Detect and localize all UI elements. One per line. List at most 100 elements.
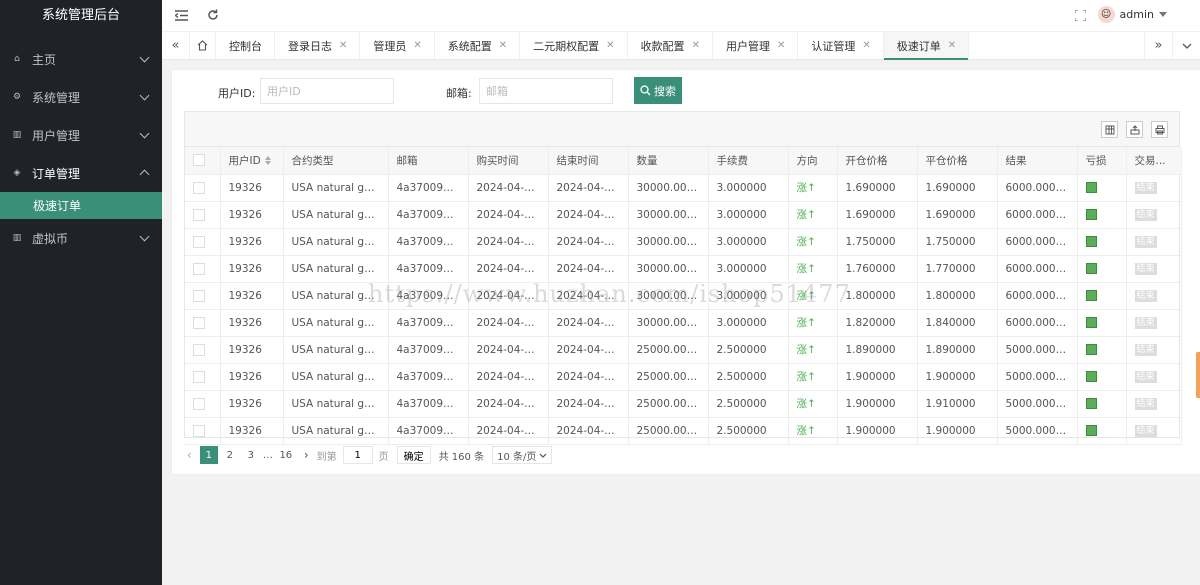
trade-status-button[interactable]: 结束 (1134, 316, 1157, 329)
sidebar-item-home[interactable]: ⌂ 主页 (0, 40, 162, 78)
row-select-cell[interactable] (185, 390, 221, 418)
sidebar-item-users[interactable]: ▥ 用户管理 (0, 116, 162, 154)
table-cell: 2024-04-1... (468, 309, 549, 337)
row-select-cell[interactable] (185, 228, 221, 256)
trade-status-button[interactable]: 结束 (1134, 424, 1157, 437)
tab-admins[interactable]: 管理员 ✕ (360, 32, 435, 59)
close-icon[interactable]: ✕ (606, 40, 614, 51)
sort-icon[interactable] (264, 156, 271, 166)
next-page-icon[interactable]: › (304, 448, 309, 462)
col-header[interactable]: 用户ID (220, 147, 284, 175)
prev-page-icon[interactable]: ‹ (187, 448, 192, 462)
trade-status-button[interactable]: 结束 (1134, 262, 1157, 275)
row-select-cell[interactable] (185, 201, 221, 229)
table-cell: USA natural gas/... (283, 390, 389, 418)
close-icon[interactable]: ✕ (862, 40, 870, 51)
table-cell: 19326 (220, 282, 284, 310)
table-cell: 4a370091... (388, 255, 469, 283)
trade-status-button[interactable]: 结束 (1134, 370, 1157, 383)
row-checkbox[interactable] (193, 262, 205, 275)
table-cell: 25000.000... (628, 390, 709, 418)
row-checkbox[interactable] (193, 424, 205, 437)
trade-status-button[interactable]: 结束 (1134, 208, 1157, 221)
sidebar-item-orders[interactable]: ◈ 订单管理 (0, 154, 162, 192)
trade-cell: 结束 (1126, 363, 1182, 391)
export-icon[interactable] (1126, 121, 1143, 138)
row-checkbox[interactable] (193, 316, 205, 329)
page-unit-label: 页 (378, 451, 389, 463)
trade-status-button[interactable]: 结束 (1134, 343, 1157, 356)
trade-status-button[interactable]: 结束 (1134, 397, 1157, 410)
row-select-cell[interactable] (185, 336, 221, 364)
close-icon[interactable]: ✕ (339, 40, 347, 51)
sidebar-item-crypto[interactable]: ▥ 虚拟币 (0, 219, 162, 257)
tab-fast-orders[interactable]: 极速订单 ✕ (883, 32, 970, 60)
row-select-cell[interactable] (185, 255, 221, 283)
row-checkbox[interactable] (193, 235, 205, 248)
table-cell: 2.500000 (708, 336, 789, 364)
tabs-scroll-left-icon[interactable]: « (162, 32, 190, 59)
row-checkbox[interactable] (193, 397, 205, 410)
page-3[interactable]: 3 (242, 446, 260, 464)
table-cell: 19326 (220, 201, 284, 229)
email-input[interactable] (479, 78, 613, 104)
tabs-menu-chevron-down-icon[interactable] (1172, 32, 1200, 59)
search-button[interactable]: 搜索 (634, 77, 682, 104)
caret-down-icon (1159, 12, 1167, 17)
row-checkbox[interactable] (193, 370, 205, 383)
refresh-icon[interactable] (205, 7, 221, 23)
page-16[interactable]: 16 (277, 446, 295, 464)
row-select-cell[interactable] (185, 363, 221, 391)
columns-filter-icon[interactable] (1101, 121, 1118, 138)
tab-login-log[interactable]: 登录日志 ✕ (275, 32, 361, 59)
tab-system-config[interactable]: 系统配置 ✕ (435, 32, 521, 59)
tab-payment-config[interactable]: 收款配置 ✕ (628, 32, 713, 59)
table-row: 19326 USA natural gas/... 4a370091... 2024-… (185, 282, 1182, 310)
close-icon[interactable]: ✕ (499, 40, 507, 51)
close-icon[interactable]: ✕ (777, 40, 785, 51)
row-checkbox[interactable] (193, 181, 205, 194)
user-menu[interactable]: ☺ admin (1097, 6, 1167, 23)
tab-user-management[interactable]: 用户管理 ✕ (713, 32, 799, 59)
select-all-cell[interactable] (185, 147, 221, 175)
table-cell: 涨↑ (788, 174, 838, 202)
menu-collapse-icon[interactable] (173, 7, 189, 23)
row-checkbox[interactable] (193, 343, 205, 356)
tab-binary-options-config[interactable]: 二元期权配置 ✕ (520, 32, 628, 59)
close-icon[interactable]: ✕ (692, 40, 700, 51)
trade-status-button[interactable]: 结束 (1134, 289, 1157, 302)
home-tab-icon[interactable] (190, 32, 216, 59)
table-cell: USA natural gas/... (283, 363, 389, 391)
page-1[interactable]: 1 (199, 446, 218, 464)
row-select-cell[interactable] (185, 174, 221, 202)
table-header-row: 用户ID 合约类型 邮箱 购买时间 结束时间 数量 手续费 方向 开仓价格 平仓… (185, 147, 1182, 175)
sidebar-item-system[interactable]: ⚙ 系统管理 (0, 78, 162, 116)
user-id-input[interactable] (260, 78, 394, 104)
row-select-cell[interactable] (185, 309, 221, 337)
side-float-tab[interactable] (1196, 352, 1200, 398)
trade-status-button[interactable]: 结束 (1134, 181, 1157, 194)
table-cell: 30000.000... (628, 309, 709, 337)
page-size-select[interactable]: 10 条/页 (492, 446, 553, 464)
table-row: 19326 USA natural gas/... 4a370091... 2024-… (185, 390, 1182, 418)
tab-console[interactable]: 控制台 (216, 32, 275, 59)
fullscreen-icon[interactable] (1072, 7, 1088, 23)
select-all-checkbox[interactable] (193, 154, 205, 167)
close-icon[interactable]: ✕ (413, 40, 421, 51)
page-2[interactable]: 2 (221, 446, 239, 464)
print-icon[interactable] (1151, 121, 1168, 138)
goto-page-input[interactable] (342, 446, 373, 464)
row-select-cell[interactable] (185, 282, 221, 310)
app-title: 系统管理后台 (41, 8, 120, 23)
table-cell: 1.800000 (837, 282, 918, 310)
close-icon[interactable]: ✕ (948, 40, 956, 51)
row-checkbox[interactable] (193, 208, 205, 221)
trade-status-button[interactable]: 结束 (1134, 235, 1157, 248)
row-select-cell[interactable] (185, 417, 221, 445)
table-row: 19326 USA natural gas/... 4a370091... 2024-… (185, 174, 1182, 202)
goto-confirm-button[interactable]: 确定 (396, 446, 431, 464)
sidebar-subitem-fast-orders[interactable]: 极速订单 (0, 192, 162, 219)
tabs-scroll-right-icon[interactable]: » (1144, 32, 1172, 59)
tab-verification[interactable]: 认证管理 ✕ (798, 32, 884, 59)
row-checkbox[interactable] (193, 289, 205, 302)
